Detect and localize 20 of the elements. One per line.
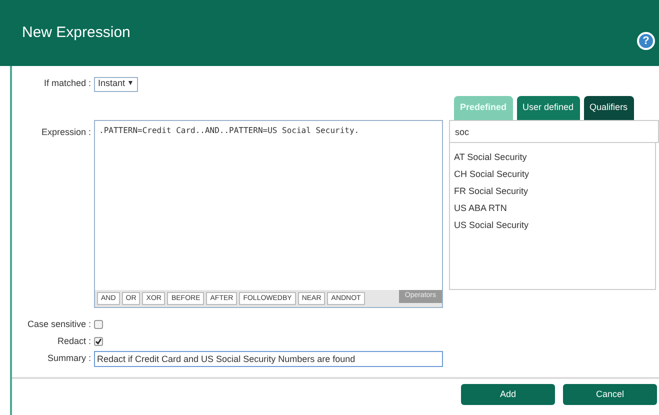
cancel-button[interactable]: Cancel — [563, 384, 657, 405]
add-button[interactable]: Add — [461, 384, 555, 405]
tab[interactable]: User defined — [516, 96, 580, 120]
field-label: Summary : — [46, 352, 92, 366]
list-item[interactable]: US ABA RTN — [450, 200, 655, 217]
search-field[interactable]: soc — [449, 120, 659, 143]
list-item[interactable]: CH Social Security — [450, 166, 655, 183]
list-item[interactable]: AT Social Security — [450, 149, 655, 166]
list-item[interactable]: US Social Security — [450, 217, 655, 234]
field-label: Expression : — [40, 126, 92, 139]
list-item[interactable]: FR Social Security — [450, 183, 655, 200]
summary-field[interactable]: Redact if Credit Card and US Social Security Numbers are found — [94, 351, 443, 367]
field-label: Case sensitive : — [26, 318, 92, 331]
help-button[interactable]: ? — [637, 32, 655, 50]
checkbox[interactable] — [94, 337, 103, 346]
window-title: New Expression — [22, 23, 130, 43]
checkbox[interactable] — [94, 320, 103, 329]
field-label: Redact : — [56, 334, 92, 348]
field-label: If matched : — [42, 77, 92, 90]
tab[interactable]: Qualifiers — [584, 96, 634, 120]
